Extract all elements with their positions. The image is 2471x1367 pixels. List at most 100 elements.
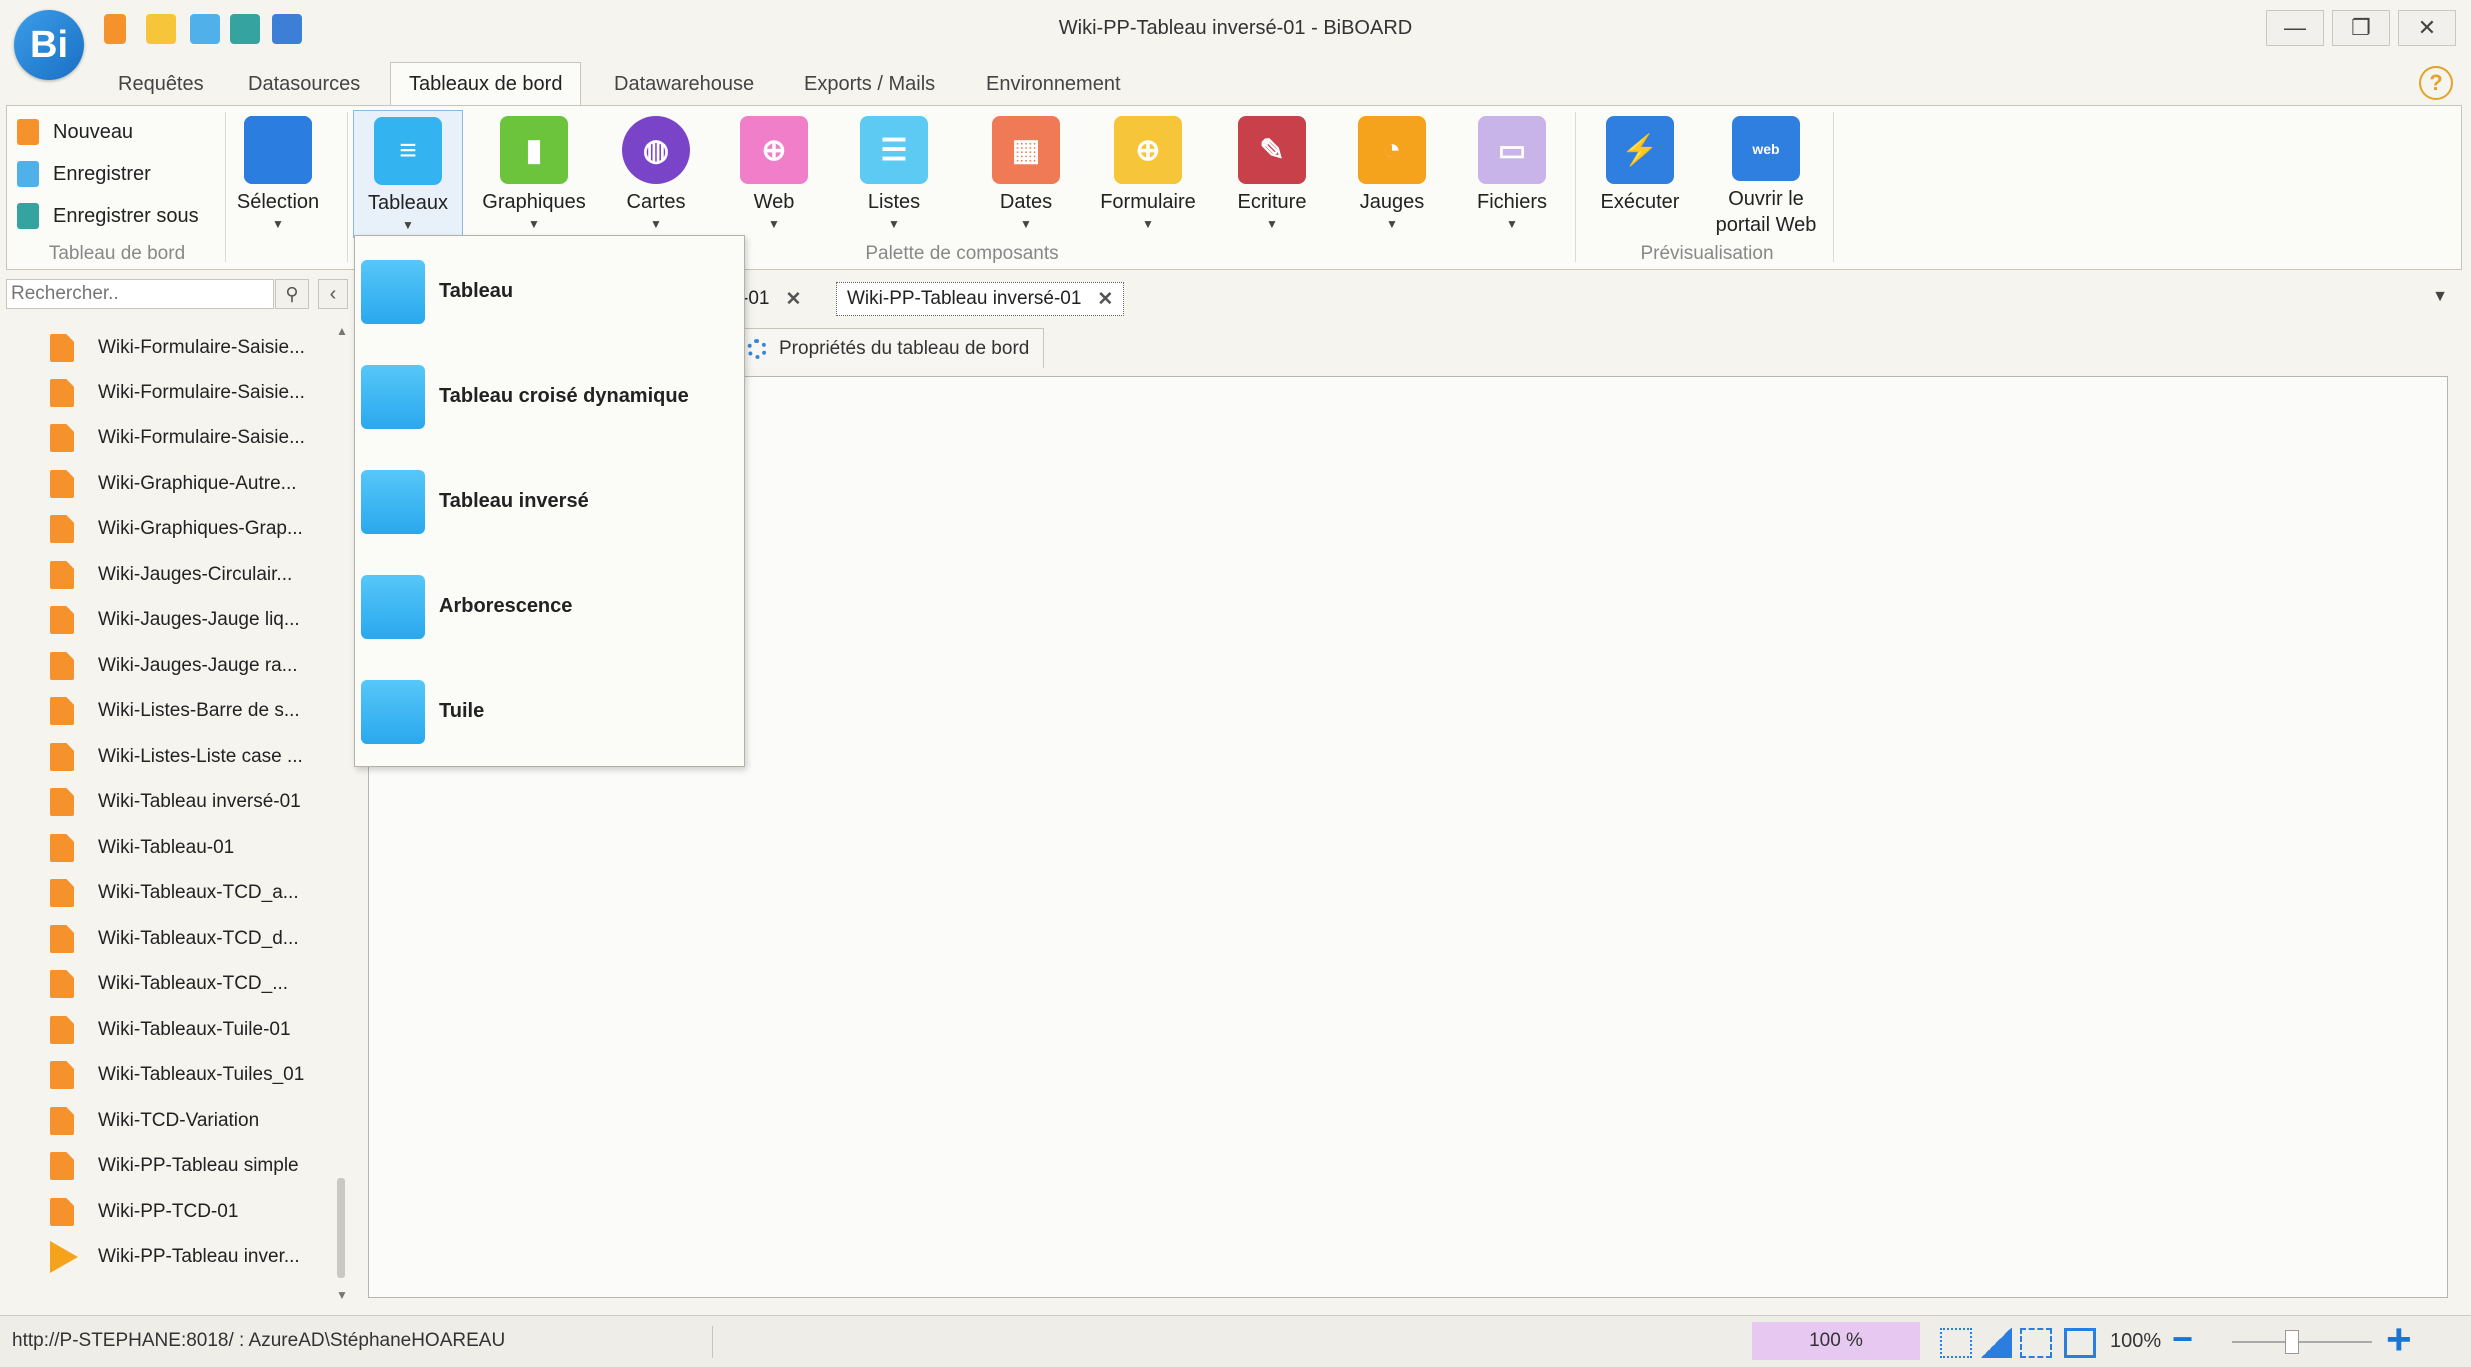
list-item-label: Wiki-Graphique-Autre... <box>98 473 297 494</box>
biboard-logo[interactable]: Bi <box>14 10 84 80</box>
jauges-button[interactable]: ◔ Jauges ▼ <box>1337 110 1447 238</box>
menu-item-tableau-inverse[interactable]: Tableau inversé <box>355 449 744 554</box>
list-item[interactable]: Wiki-Jauges-Jauge liq... <box>50 600 300 640</box>
fichiers-button[interactable]: ▭ Fichiers ▼ <box>1457 110 1567 238</box>
grid-icon[interactable] <box>2020 1328 2052 1358</box>
list-item[interactable]: Wiki-PP-Tableau simple <box>50 1146 299 1186</box>
list-item[interactable]: Wiki-Formulaire-Saisie... <box>50 418 305 458</box>
list-item[interactable]: Wiki-Tableaux-TCD_a... <box>50 873 299 913</box>
list-item-label: Wiki-PP-Tableau simple <box>98 1155 299 1176</box>
list-item[interactable]: Wiki-Tableau-01 <box>50 828 234 868</box>
tab-requetes[interactable]: Requêtes <box>100 62 222 106</box>
crop-icon[interactable] <box>2064 1328 2096 1358</box>
list-item[interactable]: Wiki-Graphiques-Grap... <box>50 509 303 549</box>
globe-icon: ◍ <box>622 116 690 184</box>
inverted-table-icon <box>361 469 425 534</box>
tab-exports-mails[interactable]: Exports / Mails <box>786 62 953 106</box>
web-button[interactable]: ⊕ Web ▼ <box>719 110 829 238</box>
tab-environnement[interactable]: Environnement <box>968 62 1139 106</box>
diagonal-icon[interactable] <box>1980 1328 2012 1358</box>
graphiques-label: Graphiques <box>482 191 586 213</box>
save-button[interactable]: Enregistrer <box>17 156 151 192</box>
save-as-button[interactable]: Enregistrer sous <box>17 198 199 234</box>
gear-icon <box>747 338 767 359</box>
properties-tab[interactable]: Propriétés du tableau de bord <box>732 328 1045 368</box>
menu-item-tuile[interactable]: Tuile <box>355 659 744 764</box>
zoom-level-box[interactable]: 100 % <box>1752 1322 1920 1360</box>
scrollbar-thumb[interactable] <box>337 1178 345 1278</box>
scroll-up-icon[interactable]: ▲ <box>335 324 349 338</box>
list-item[interactable]: Wiki-Formulaire-Saisie... <box>50 373 305 413</box>
close-button[interactable]: ✕ <box>2398 10 2456 46</box>
list-item[interactable]: Wiki-Tableaux-TCD_... <box>50 964 288 1004</box>
list-item-label: Wiki-Tableaux-Tuiles_01 <box>98 1064 305 1085</box>
chevron-down-icon: ▼ <box>1020 217 1032 231</box>
listes-button[interactable]: ☰ Listes ▼ <box>839 110 949 238</box>
chevron-down-icon[interactable]: ▼ <box>2432 288 2448 306</box>
group-label-tableau-de-bord: Tableau de bord <box>48 243 186 264</box>
snap-icon[interactable] <box>1940 1328 1972 1358</box>
formulaire-button[interactable]: ⊕ Formulaire ▼ <box>1093 110 1203 238</box>
file-icon <box>50 697 74 725</box>
formulaire-label: Formulaire <box>1100 191 1196 213</box>
list-item-active[interactable]: Wiki-PP-Tableau inver... <box>50 1237 300 1277</box>
zoom-slider-track[interactable] <box>2232 1341 2372 1343</box>
open-web-portal-button[interactable]: web Ouvrir le portail Web <box>1701 110 1831 238</box>
menu-item-arborescence[interactable]: Arborescence <box>355 554 744 659</box>
minimize-button[interactable]: — <box>2266 10 2324 46</box>
scroll-down-icon[interactable]: ▼ <box>335 1288 349 1302</box>
help-icon[interactable]: ? <box>2419 66 2453 100</box>
list-item-label: Wiki-Tableaux-TCD_a... <box>98 882 299 903</box>
list-icon: ☰ <box>860 116 928 184</box>
file-icon <box>50 1061 74 1089</box>
selection-button[interactable]: Sélection ▼ <box>223 110 333 238</box>
list-item[interactable]: Wiki-Listes-Barre de s... <box>50 691 300 731</box>
cartes-button[interactable]: ◍ Cartes ▼ <box>601 110 711 238</box>
list-item[interactable]: Wiki-Tableaux-TCD_d... <box>50 919 299 959</box>
list-item-label: Wiki-Listes-Liste case ... <box>98 746 303 767</box>
menu-item-tableau-croise[interactable]: Tableau croisé dynamique <box>355 344 744 449</box>
dates-button[interactable]: ▦ Dates ▼ <box>971 110 1081 238</box>
new-button[interactable]: Nouveau <box>17 114 133 150</box>
tab-datawarehouse[interactable]: Datawarehouse <box>596 62 772 106</box>
tab-tableaux-de-bord[interactable]: Tableaux de bord <box>390 62 582 106</box>
list-item[interactable]: Wiki-Jauges-Jauge ra... <box>50 646 298 686</box>
tab-datasources[interactable]: Datasources <box>230 62 378 106</box>
list-item[interactable]: Wiki-Formulaire-Saisie... <box>50 328 305 368</box>
tree-icon <box>361 574 425 639</box>
tree-scrollbar[interactable]: ▲ ▼ <box>335 318 349 1308</box>
graphiques-button[interactable]: ▮ Graphiques ▼ <box>479 110 589 238</box>
file-icon <box>50 970 74 998</box>
list-item[interactable]: Wiki-Jauges-Circulair... <box>50 555 292 595</box>
calendar-icon: ▦ <box>992 116 1060 184</box>
list-item[interactable]: Wiki-Tableau inversé-01 <box>50 782 301 822</box>
list-item[interactable]: Wiki-Tableaux-Tuiles_01 <box>50 1055 304 1095</box>
list-item[interactable]: Wiki-TCD-Variation <box>50 1101 259 1141</box>
zoom-out-icon[interactable]: − <box>2172 1321 2208 1357</box>
dates-label: Dates <box>999 191 1053 213</box>
list-item[interactable]: Wiki-PP-TCD-01 <box>50 1192 238 1232</box>
close-icon[interactable]: ✕ <box>785 288 801 311</box>
doc-tab-active[interactable]: Wiki-PP-Tableau inversé-01 ✕ <box>836 282 1125 316</box>
list-item[interactable]: Wiki-Listes-Liste case ... <box>50 737 303 777</box>
maximize-button[interactable]: ❐ <box>2332 10 2390 46</box>
save-label: Enregistrer <box>53 162 151 185</box>
menu-item-tableau[interactable]: Tableau <box>355 239 744 344</box>
search-input[interactable] <box>6 279 274 309</box>
zoom-slider-thumb[interactable] <box>2285 1330 2299 1354</box>
list-item-label: Wiki-Jauges-Jauge ra... <box>98 655 298 676</box>
list-item[interactable]: Wiki-Tableaux-Tuile-01 <box>50 1010 291 1050</box>
list-item[interactable]: Wiki-Graphique-Autre... <box>50 464 297 504</box>
zoom-in-icon[interactable]: + <box>2386 1318 2422 1362</box>
close-icon[interactable]: ✕ <box>1097 288 1113 311</box>
list-item-label: Wiki-Formulaire-Saisie... <box>98 427 305 448</box>
chevron-left-icon[interactable]: ‹ <box>318 279 348 309</box>
ecriture-button[interactable]: ✎ Ecriture ▼ <box>1217 110 1327 238</box>
executer-button[interactable]: ⚡ Exécuter <box>1585 110 1695 238</box>
list-item-label: Wiki-Tableaux-Tuile-01 <box>98 1019 291 1040</box>
file-icon <box>50 652 74 680</box>
tableaux-button[interactable]: ≡ Tableaux ▼ <box>353 110 463 238</box>
status-separator <box>712 1326 713 1358</box>
ribbon-separator <box>347 112 348 262</box>
binoculars-icon[interactable]: ⚲ <box>275 279 309 309</box>
